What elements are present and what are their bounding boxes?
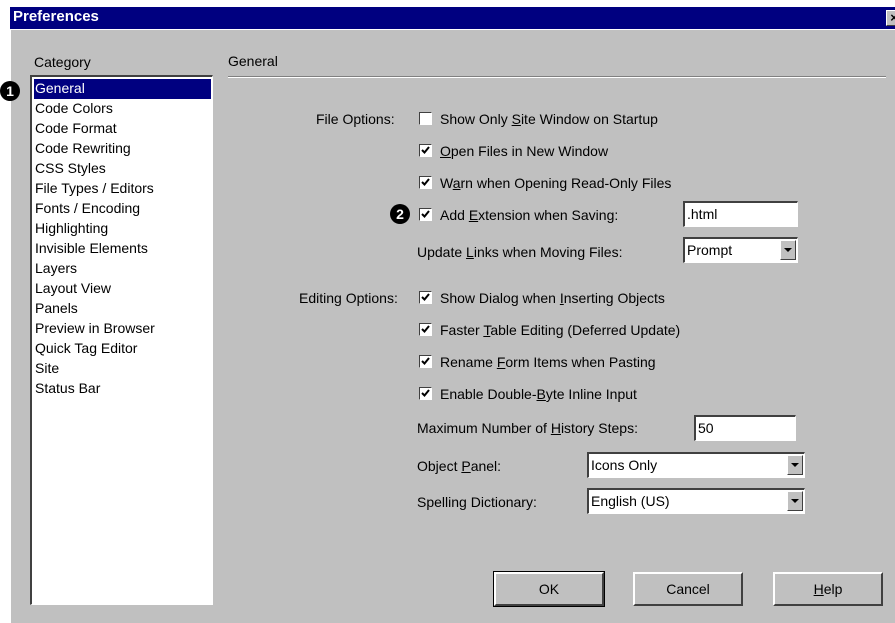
open-new-window-checkbox[interactable] bbox=[419, 144, 432, 157]
category-list[interactable]: General Code Colors Code Format Code Rew… bbox=[30, 75, 213, 605]
category-item-invisible-elements[interactable]: Invisible Elements bbox=[34, 239, 211, 259]
category-item-quick-tag-editor[interactable]: Quick Tag Editor bbox=[34, 339, 211, 359]
category-item-layers[interactable]: Layers bbox=[34, 259, 211, 279]
callout-marker-1: 1 bbox=[0, 81, 20, 101]
category-item-css-styles[interactable]: CSS Styles bbox=[34, 159, 211, 179]
close-icon[interactable]: × bbox=[886, 10, 895, 26]
title-bar: Preferences × bbox=[0, 0, 895, 30]
double-byte-label[interactable]: Enable Double-Byte Inline Input bbox=[440, 386, 637, 402]
cancel-button[interactable]: Cancel bbox=[633, 572, 743, 606]
history-steps-input[interactable]: 50 bbox=[694, 415, 796, 441]
panel-title: General bbox=[228, 53, 278, 69]
faster-table-checkbox[interactable] bbox=[419, 323, 432, 336]
update-links-label: Update Links when Moving Files: bbox=[417, 244, 623, 260]
category-item-code-colors[interactable]: Code Colors bbox=[34, 99, 211, 119]
spelling-dictionary-value: English (US) bbox=[591, 493, 670, 509]
show-site-window-label[interactable]: Show Only Site Window on Startup bbox=[440, 111, 658, 127]
dropdown-arrow-icon[interactable] bbox=[780, 240, 796, 260]
check-icon bbox=[421, 389, 430, 397]
panel-divider-highlight bbox=[228, 77, 886, 78]
dialog-edge bbox=[10, 29, 11, 623]
category-item-file-types-editors[interactable]: File Types / Editors bbox=[34, 179, 211, 199]
editing-options-label: Editing Options: bbox=[299, 290, 398, 306]
double-byte-checkbox[interactable] bbox=[419, 387, 432, 400]
check-icon bbox=[421, 357, 430, 365]
title-bar-inner: Preferences × bbox=[10, 7, 895, 29]
help-button[interactable]: Help bbox=[773, 572, 883, 606]
check-icon bbox=[421, 210, 430, 218]
open-new-window-label[interactable]: Open Files in New Window bbox=[440, 143, 608, 159]
left-strip bbox=[0, 30, 10, 623]
object-panel-select[interactable]: Icons Only bbox=[587, 452, 805, 478]
history-steps-label: Maximum Number of History Steps: bbox=[417, 420, 638, 436]
category-item-fonts-encoding[interactable]: Fonts / Encoding bbox=[34, 199, 211, 219]
category-item-highlighting[interactable]: Highlighting bbox=[34, 219, 211, 239]
category-item-code-rewriting[interactable]: Code Rewriting bbox=[34, 139, 211, 159]
rename-form-checkbox[interactable] bbox=[419, 355, 432, 368]
check-icon bbox=[421, 146, 430, 154]
add-extension-checkbox[interactable] bbox=[419, 208, 432, 221]
update-links-select[interactable]: Prompt bbox=[683, 237, 798, 263]
rename-form-label[interactable]: Rename Form Items when Pasting bbox=[440, 354, 656, 370]
check-icon bbox=[421, 293, 430, 301]
show-site-window-checkbox[interactable] bbox=[419, 112, 432, 125]
category-item-site[interactable]: Site bbox=[34, 359, 211, 379]
faster-table-label[interactable]: Faster Table Editing (Deferred Update) bbox=[440, 322, 680, 338]
category-item-panels[interactable]: Panels bbox=[34, 299, 211, 319]
window-title: Preferences bbox=[13, 8, 99, 25]
check-icon bbox=[421, 178, 430, 186]
add-extension-label[interactable]: Add Extension when Saving: bbox=[440, 207, 618, 223]
warn-readonly-label[interactable]: Warn when Opening Read-Only Files bbox=[440, 175, 671, 191]
category-item-code-format[interactable]: Code Format bbox=[34, 119, 211, 139]
object-panel-label: Object Panel: bbox=[417, 458, 502, 474]
category-item-preview-in-browser[interactable]: Preview in Browser bbox=[34, 319, 211, 339]
check-icon bbox=[421, 325, 430, 333]
dropdown-arrow-icon[interactable] bbox=[787, 491, 803, 511]
category-item-status-bar[interactable]: Status Bar bbox=[34, 379, 211, 399]
dropdown-arrow-icon[interactable] bbox=[787, 455, 803, 475]
ok-button[interactable]: OK bbox=[493, 571, 605, 607]
object-panel-value: Icons Only bbox=[591, 457, 658, 473]
callout-marker-2: 2 bbox=[390, 204, 410, 224]
file-options-label: File Options: bbox=[316, 111, 395, 127]
category-item-general[interactable]: General bbox=[34, 79, 211, 99]
category-item-layout-view[interactable]: Layout View bbox=[34, 279, 211, 299]
show-dialog-checkbox[interactable] bbox=[419, 291, 432, 304]
category-label: Category bbox=[34, 54, 91, 70]
spelling-dictionary-label: Spelling Dictionary: bbox=[417, 494, 537, 510]
update-links-value: Prompt bbox=[687, 242, 733, 258]
spelling-dictionary-select[interactable]: English (US) bbox=[587, 488, 805, 514]
show-dialog-label[interactable]: Show Dialog when Inserting Objects bbox=[440, 290, 665, 306]
extension-input[interactable]: .html bbox=[683, 201, 798, 227]
warn-readonly-checkbox[interactable] bbox=[419, 176, 432, 189]
